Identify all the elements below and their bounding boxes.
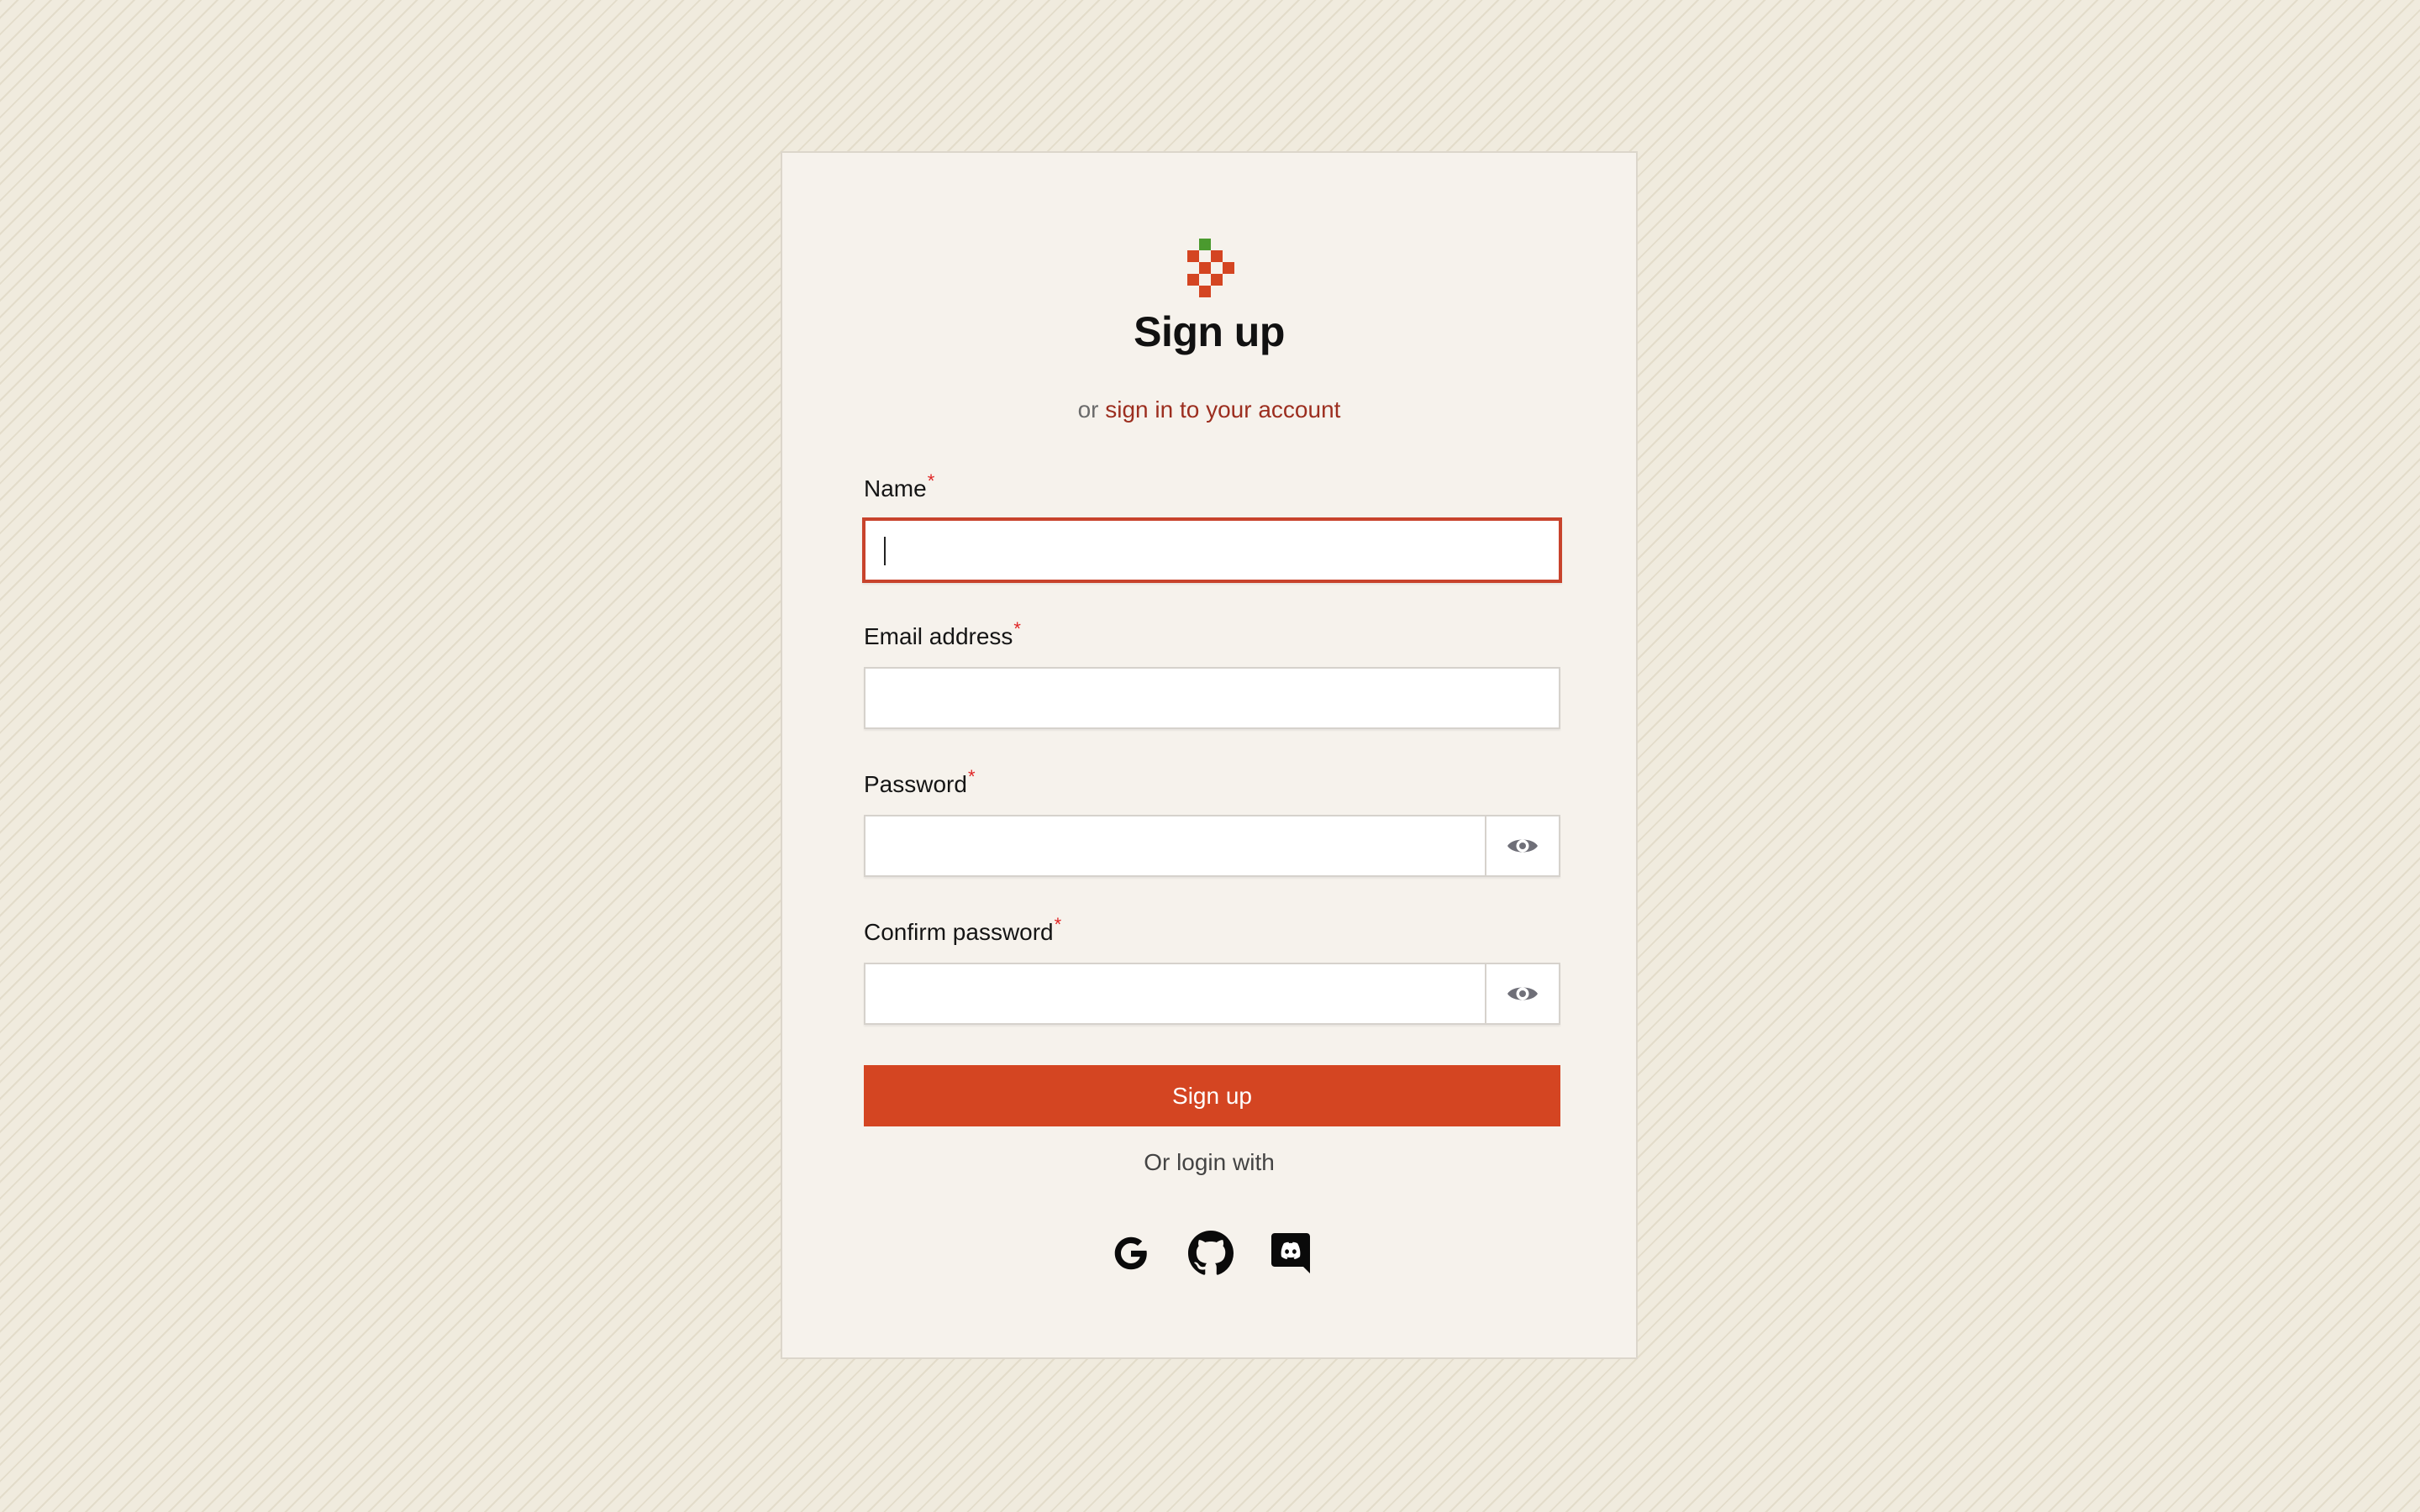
confirm-password-label-text: Confirm password xyxy=(864,919,1054,945)
required-marker: * xyxy=(927,470,935,491)
page-title: Sign up xyxy=(1134,308,1285,355)
text-caret xyxy=(884,537,886,565)
or-login-with-text: Or login with xyxy=(1144,1149,1275,1175)
required-marker: * xyxy=(967,766,976,787)
show-password-button[interactable] xyxy=(1485,815,1560,877)
name-input[interactable] xyxy=(862,517,1562,583)
github-icon xyxy=(1188,1231,1234,1275)
email-label-text: Email address xyxy=(864,623,1013,649)
discord-icon xyxy=(1271,1233,1310,1273)
google-icon xyxy=(1114,1236,1147,1270)
name-label: Name* xyxy=(864,470,934,502)
signup-card: Sign up or sign in to your account Name*… xyxy=(781,151,1638,1359)
confirm-password-label: Confirm password* xyxy=(864,914,1061,946)
subtitle: or sign in to your account xyxy=(782,396,1636,423)
email-input[interactable] xyxy=(864,667,1560,729)
password-label-text: Password xyxy=(864,771,967,797)
eye-icon xyxy=(1507,987,1538,1000)
subtitle-prefix: or xyxy=(1077,396,1099,423)
password-field xyxy=(864,815,1560,877)
required-marker: * xyxy=(1054,914,1062,935)
discord-login-button[interactable] xyxy=(1268,1231,1313,1276)
confirm-password-field xyxy=(864,963,1560,1025)
github-login-button[interactable] xyxy=(1188,1231,1234,1276)
password-input[interactable] xyxy=(864,815,1560,877)
name-label-text: Name xyxy=(864,475,927,501)
strawberry-logo-icon xyxy=(1187,239,1234,297)
email-label: Email address* xyxy=(864,618,1021,650)
confirm-password-input[interactable] xyxy=(864,963,1560,1025)
show-confirm-password-button[interactable] xyxy=(1485,963,1560,1025)
sign-up-button[interactable]: Sign up xyxy=(864,1065,1560,1126)
eye-icon xyxy=(1507,839,1538,853)
google-login-button[interactable] xyxy=(1108,1231,1154,1276)
required-marker: * xyxy=(1013,618,1021,639)
password-label: Password* xyxy=(864,766,976,798)
sign-in-link[interactable]: sign in to your account xyxy=(1105,396,1340,423)
